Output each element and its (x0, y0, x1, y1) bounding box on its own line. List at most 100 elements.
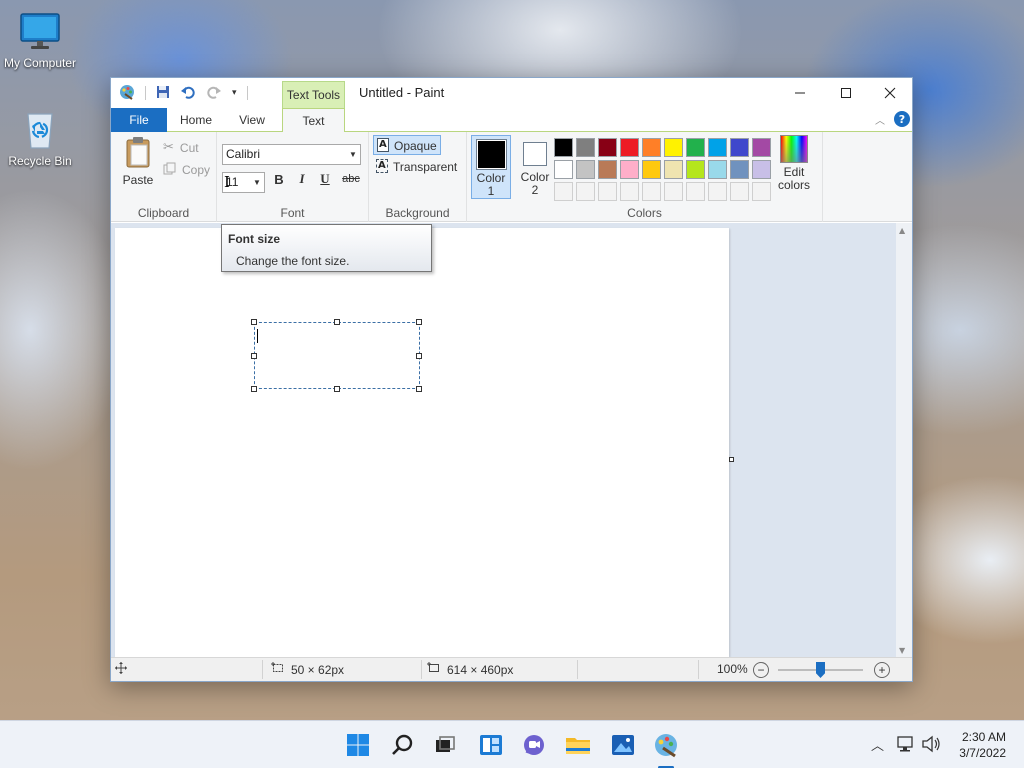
palette-swatch[interactable] (664, 138, 683, 157)
colors-group: Color 1 Color 2 Edit colors Colors (467, 132, 823, 222)
widgets-button[interactable] (477, 731, 505, 759)
palette-swatch[interactable] (752, 160, 771, 179)
zoom-out-icon[interactable]: − (753, 662, 769, 678)
paste-button[interactable]: Paste (121, 136, 155, 187)
transparent-button[interactable]: A Transparent (373, 157, 463, 177)
zoom-slider-thumb[interactable] (816, 662, 825, 678)
chevron-down-icon[interactable]: ▼ (346, 145, 360, 164)
strikethrough-button[interactable]: abc (339, 169, 363, 189)
volume-icon[interactable] (921, 735, 941, 756)
color1-button[interactable]: Color 1 (471, 135, 511, 199)
palette-swatch-empty[interactable] (576, 182, 595, 201)
chevron-up-icon[interactable]: ︿ (871, 735, 884, 754)
palette-swatch[interactable] (576, 160, 595, 179)
photos-icon (612, 735, 634, 755)
file-explorer-button[interactable] (564, 731, 592, 759)
minimize-button[interactable] (777, 78, 823, 108)
resize-handle[interactable] (251, 386, 257, 392)
palette-swatch[interactable] (620, 160, 639, 179)
title-bar[interactable]: ▾ Text Tools Untitled - Paint (111, 78, 912, 108)
scroll-up-icon[interactable]: ▲ (899, 226, 905, 235)
resize-handle[interactable] (416, 353, 422, 359)
tab-view[interactable]: View (227, 108, 277, 132)
palette-swatch-empty[interactable] (598, 182, 617, 201)
start-button[interactable] (344, 731, 372, 759)
close-button[interactable] (867, 78, 913, 108)
selection-size-icon (271, 662, 285, 677)
palette-swatch[interactable] (642, 160, 661, 179)
paint-taskbar-button[interactable] (652, 731, 680, 759)
palette-swatch-empty[interactable] (642, 182, 661, 201)
color2-button[interactable]: Color 2 (515, 135, 555, 199)
palette-swatch[interactable] (576, 138, 595, 157)
palette-swatch[interactable] (642, 138, 661, 157)
palette-swatch[interactable] (730, 160, 749, 179)
palette-swatch[interactable] (730, 138, 749, 157)
palette-swatch[interactable] (708, 138, 727, 157)
palette-swatch-empty[interactable] (554, 182, 573, 201)
text-box-selection[interactable] (254, 322, 420, 389)
palette-swatch-empty[interactable] (708, 182, 727, 201)
bold-button[interactable]: B (269, 169, 289, 189)
edit-colors-button[interactable]: Edit colors (775, 135, 813, 192)
opaque-button[interactable]: A Opaque (373, 135, 441, 155)
drawing-canvas[interactable] (115, 228, 729, 657)
undo-icon[interactable] (180, 85, 196, 102)
zoom-in-icon[interactable]: + (874, 662, 890, 678)
system-clock[interactable]: 2:30 AM 3/7/2022 (959, 729, 1006, 761)
save-icon[interactable] (156, 85, 170, 102)
palette-swatch[interactable] (554, 138, 573, 157)
palette-swatch-empty[interactable] (686, 182, 705, 201)
palette-swatch[interactable] (598, 138, 617, 157)
paint-app-icon[interactable] (119, 84, 135, 103)
palette-swatch-empty[interactable] (664, 182, 683, 201)
task-view-button[interactable] (431, 731, 459, 759)
palette-swatch[interactable] (598, 160, 617, 179)
palette-swatch[interactable] (620, 138, 639, 157)
chevron-down-icon[interactable]: ▼ (250, 173, 264, 192)
chat-icon (524, 735, 544, 755)
desktop-icon-recycle-bin[interactable]: Recycle Bin (0, 108, 80, 168)
resize-handle[interactable] (416, 319, 422, 325)
underline-button[interactable]: U (315, 169, 335, 189)
resize-handle[interactable] (251, 353, 257, 359)
help-icon[interactable]: ? (894, 111, 910, 127)
palette-swatch-empty[interactable] (752, 182, 771, 201)
collapse-ribbon-icon[interactable]: ︿ (875, 112, 885, 127)
cursor-position (115, 662, 127, 677)
resize-handle[interactable] (251, 319, 257, 325)
search-button[interactable] (389, 731, 417, 759)
cut-button[interactable]: ✂ Cut (163, 140, 199, 155)
palette-swatch[interactable] (664, 160, 683, 179)
clock-time: 2:30 AM (961, 730, 1006, 744)
resize-handle[interactable] (334, 319, 340, 325)
palette-swatch[interactable] (554, 160, 573, 179)
desktop-icon-my-computer[interactable]: My Computer (0, 10, 80, 70)
maximize-button[interactable] (823, 78, 869, 108)
palette-swatch[interactable] (686, 160, 705, 179)
scroll-down-icon[interactable]: ▼ (899, 646, 905, 655)
canvas-resize-handle[interactable] (729, 457, 734, 462)
tab-home[interactable]: Home (171, 108, 221, 132)
palette-swatch-empty[interactable] (730, 182, 749, 201)
palette-swatch-empty[interactable] (620, 182, 639, 201)
tab-file[interactable]: File (111, 108, 167, 132)
redo-icon[interactable] (206, 85, 222, 102)
color-palette (554, 138, 774, 204)
resize-handle[interactable] (416, 386, 422, 392)
resize-handle[interactable] (334, 386, 340, 392)
chat-button[interactable] (520, 731, 548, 759)
edit-colors-line2: colors (777, 178, 810, 192)
palette-swatch[interactable] (752, 138, 771, 157)
italic-button[interactable]: I (292, 169, 312, 189)
palette-swatch[interactable] (708, 160, 727, 179)
photos-button[interactable] (609, 731, 637, 759)
font-family-select[interactable]: Calibri ▼ (222, 144, 361, 165)
network-icon[interactable] (897, 735, 915, 756)
copy-button[interactable]: Copy (163, 162, 210, 178)
customize-quick-access-icon[interactable]: ▾ (232, 88, 237, 98)
color2-swatch-frame (523, 142, 547, 166)
palette-swatch[interactable] (686, 138, 705, 157)
tab-text[interactable]: Text (282, 108, 345, 133)
vertical-scrollbar[interactable]: ▲ ▼ (896, 223, 912, 657)
